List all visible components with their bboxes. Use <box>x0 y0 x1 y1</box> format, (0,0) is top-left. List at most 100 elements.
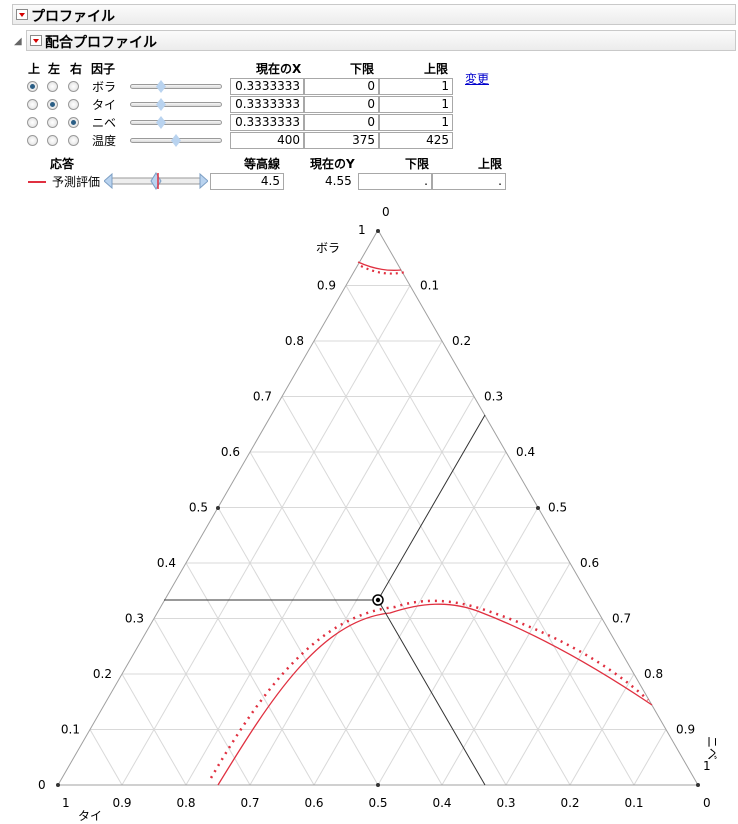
col-right-header: 右 <box>70 62 83 76</box>
apex-zero-label: 0 <box>382 205 390 219</box>
lower-field[interactable]: 0 <box>304 96 379 113</box>
factor-slider-track[interactable] <box>130 102 222 107</box>
radio-right-row-2[interactable] <box>68 117 79 128</box>
grid-line-right <box>249 396 475 786</box>
current-y-value: 4.55 <box>325 174 352 188</box>
tick-label-top-axis: 0.8 <box>285 334 304 348</box>
grid-line-left <box>281 396 507 786</box>
apex-one-label: 1 <box>358 223 366 237</box>
tick-label-top-axis: 0.6 <box>221 445 240 459</box>
factor-name: 温度 <box>92 134 117 148</box>
right-one-label: 1 <box>703 759 711 773</box>
radio-left-row-3[interactable] <box>47 135 58 146</box>
tick-label-bottom-axis: 0.6 <box>304 796 323 810</box>
radio-left-row-0[interactable] <box>47 81 58 92</box>
radio-right-row-1[interactable] <box>68 99 79 110</box>
grid-lines <box>89 285 667 786</box>
col-lower-header: 下限 <box>350 62 375 76</box>
tick-labels: 0.1 0.1 0.9 0.2 0.2 0.8 0.3 0.3 0.7 0.4 0.4 0.6 0.5 0… <box>61 279 695 811</box>
tick-label-bottom-axis: 0.7 <box>240 796 259 810</box>
tick-label-top-axis: 0.2 <box>93 667 112 681</box>
tick-label-right-axis: 0.9 <box>676 723 695 737</box>
grid-line-left <box>345 285 635 786</box>
grid-line-right <box>505 618 603 786</box>
profiler-menu-icon[interactable] <box>16 9 28 20</box>
radio-left-row-2[interactable] <box>47 117 58 128</box>
lower-field[interactable]: 0 <box>304 114 379 131</box>
tick-label-top-axis: 0.7 <box>253 390 272 404</box>
disclosure-icon[interactable]: ◢ <box>14 36 22 47</box>
lower-field[interactable]: 0 <box>304 78 379 95</box>
upper-field[interactable]: 1 <box>379 78 453 95</box>
ternary-plot[interactable]: 0.1 0.1 0.9 0.2 0.2 0.8 0.3 0.3 0.7 0.4 0.4 0.6 0.5 0… <box>0 204 738 824</box>
left-axis-label: タイ <box>78 809 102 823</box>
contour-slider[interactable] <box>103 172 209 190</box>
col-current-y-header: 現在のY <box>310 157 355 171</box>
tick-label-right-axis: 0.1 <box>420 279 439 293</box>
factor-name: タイ <box>92 98 117 112</box>
grid-line-left <box>217 507 379 786</box>
tick-label-bottom-axis: 0.3 <box>496 796 515 810</box>
grid-line-left <box>153 618 251 786</box>
factor-slider-track[interactable] <box>130 120 222 125</box>
upper-field[interactable]: 1 <box>379 96 453 113</box>
mixture-menu-icon[interactable] <box>30 35 42 46</box>
radio-right-row-3[interactable] <box>68 135 79 146</box>
tick-label-top-axis: 0.3 <box>125 612 144 626</box>
upper-field[interactable]: 1 <box>379 114 453 131</box>
radio-top-row-3[interactable] <box>27 135 38 146</box>
right-vertex-zero-label: 0 <box>703 796 711 810</box>
mixture-profiler-outline-header[interactable]: 配合プロファイル <box>26 30 736 51</box>
radio-top-row-0[interactable] <box>27 81 38 92</box>
current-x-field[interactable]: 0.3333333 <box>230 114 304 131</box>
col-factor-header: 因子 <box>91 62 116 76</box>
vertex-left-dot <box>56 783 60 787</box>
col-contour-header: 等高線 <box>244 157 281 171</box>
contour-line-main <box>217 603 653 786</box>
factor-slider-thumb[interactable] <box>156 80 166 93</box>
contour-slider-graphic <box>103 172 209 190</box>
factor-slider-track[interactable] <box>130 84 222 89</box>
factor-slider-thumb[interactable] <box>171 134 181 147</box>
radio-top-row-2[interactable] <box>27 117 38 128</box>
radio-left-row-1[interactable] <box>47 99 58 110</box>
tick-label-top-axis: 0.4 <box>157 556 176 570</box>
grid-line-right <box>377 507 539 786</box>
tick-label-right-axis: 0.5 <box>548 501 567 515</box>
grid-line-right <box>633 729 667 786</box>
contour-field[interactable]: 4.5 <box>210 173 284 190</box>
radio-right-row-0[interactable] <box>68 81 79 92</box>
factor-slider-thumb[interactable] <box>156 116 166 129</box>
factor-slider-thumb[interactable] <box>156 98 166 111</box>
tick-label-bottom-axis: 0.4 <box>432 796 451 810</box>
vertex-right-dot <box>696 783 700 787</box>
upper-field[interactable]: 425 <box>379 132 453 149</box>
tick-label-right-axis: 0.7 <box>612 612 631 626</box>
current-x-field[interactable]: 0.3333333 <box>230 96 304 113</box>
profiler-outline-header[interactable]: プロファイル <box>12 4 736 25</box>
col-response-header: 応答 <box>50 157 75 171</box>
tick-label-top-axis: 0.1 <box>61 723 80 737</box>
top-axis-label: ボラ <box>316 241 340 255</box>
tick-label-bottom-axis: 0.9 <box>112 796 131 810</box>
current-x-field[interactable]: 400 <box>230 132 304 149</box>
col-current-x-header: 現在のX <box>256 62 302 76</box>
mixture-profiler-title: 配合プロファイル <box>45 35 157 51</box>
response-lower-field[interactable]: . <box>358 173 432 190</box>
factor-name: ニベ <box>92 116 117 130</box>
col-upper-header: 上限 <box>424 62 449 76</box>
response-line-swatch <box>28 181 46 183</box>
tick-label-top-axis: 0.5 <box>189 501 208 515</box>
response-upper-field[interactable]: . <box>432 173 506 190</box>
current-x-field[interactable]: 0.3333333 <box>230 78 304 95</box>
grid-line-left <box>89 729 123 786</box>
contour-line-top <box>357 261 402 271</box>
change-link[interactable]: 変更 <box>465 70 489 87</box>
radio-top-row-1[interactable] <box>27 99 38 110</box>
tick-label-bottom-axis: 0.2 <box>560 796 579 810</box>
mid-bottom-dot <box>376 783 380 787</box>
factor-name: ボラ <box>92 80 117 94</box>
tick-label-right-axis: 0.3 <box>484 390 503 404</box>
mid-left-dot <box>216 506 220 510</box>
lower-field[interactable]: 375 <box>304 132 379 149</box>
